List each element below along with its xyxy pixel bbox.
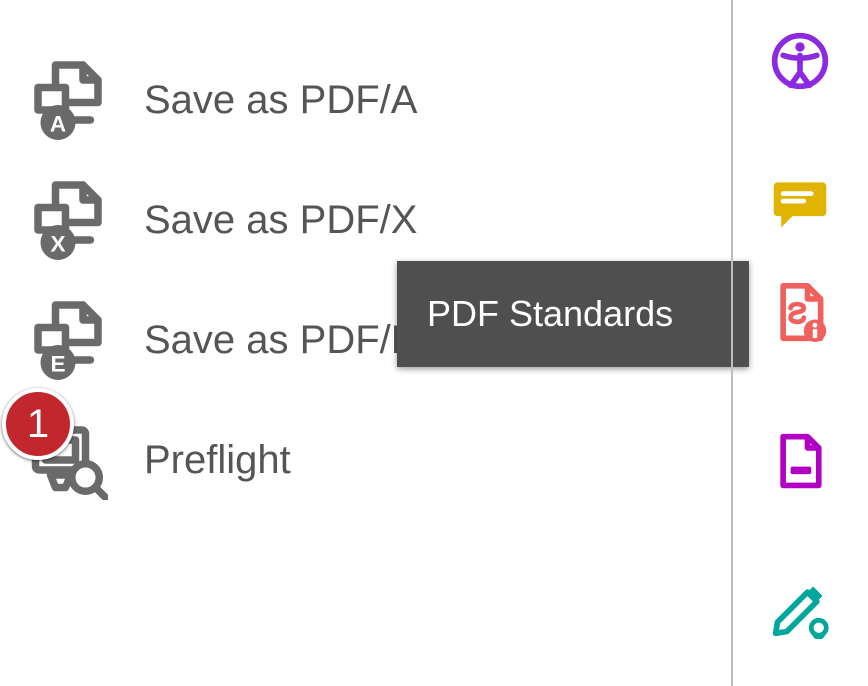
glyph-a: A [50, 111, 66, 136]
accessibility-icon [770, 31, 830, 96]
organize-pages-icon [770, 431, 830, 496]
export-pdf-e-icon: E [28, 300, 108, 380]
rail-fill-and-sign-button[interactable] [731, 556, 868, 666]
tooltip-label: PDF Standards [427, 293, 673, 335]
step-badge-1: 1 [2, 388, 74, 460]
tooltip-pdf-standards: PDF Standards [397, 261, 749, 367]
tool-save-as-pdf-a[interactable]: A Save as PDF/A [28, 40, 748, 160]
tool-preflight[interactable]: Preflight [28, 400, 748, 520]
glyph-e: E [50, 351, 65, 376]
rail-pdf-standards-button[interactable] [731, 262, 868, 366]
tool-label: Save as PDF/A [144, 78, 417, 123]
pdf-standards-icon [770, 282, 830, 347]
tool-label: Save as PDF/E [144, 318, 417, 363]
step-badge-number: 1 [27, 402, 49, 447]
rail-accessibility-button[interactable] [731, 8, 868, 118]
rail-comment-button[interactable] [731, 150, 868, 260]
tool-label: Preflight [144, 438, 291, 483]
tool-label: Save as PDF/X [144, 198, 417, 243]
glyph-x: X [50, 231, 65, 256]
canvas: A Save as PDF/A X Save as PDF/X [0, 0, 868, 686]
rail-organize-pages-button[interactable] [731, 408, 868, 518]
right-tool-rail [731, 0, 868, 686]
comment-icon [770, 173, 830, 238]
fill-and-sign-icon [770, 579, 830, 644]
export-pdf-x-icon: X [28, 180, 108, 260]
export-pdf-a-icon: A [28, 60, 108, 140]
